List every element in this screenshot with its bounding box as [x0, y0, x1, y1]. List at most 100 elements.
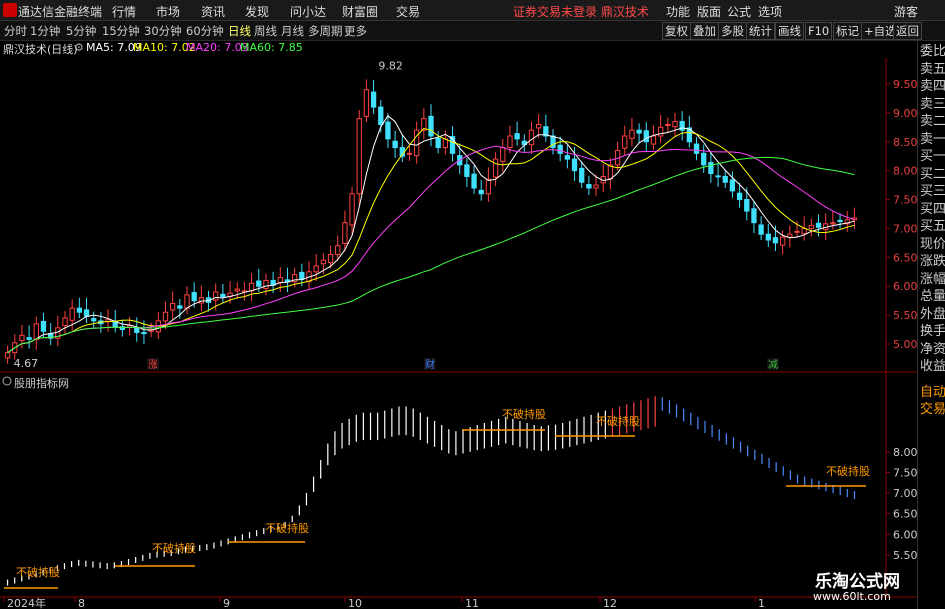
y-tick-label: 5.50	[893, 309, 917, 322]
x-tick-label: 11	[465, 597, 479, 609]
candle-body	[471, 173, 477, 189]
sub-y-tick-label: 7.00	[893, 487, 917, 500]
side-panel-item[interactable]: 外盘	[920, 307, 945, 322]
side-panel-item[interactable]: 卖四	[920, 80, 945, 94]
candle-body	[744, 199, 750, 212]
indicator-title: 股朋指标网	[14, 377, 69, 390]
side-panel-item[interactable]: 买四	[920, 202, 945, 217]
y-tick-label: 8.00	[893, 165, 917, 178]
side-panel-item[interactable]: 总量	[920, 290, 945, 304]
side-panel-item[interactable]: 买一	[920, 150, 945, 164]
side-panel-item[interactable]: 卖二	[920, 115, 945, 129]
collapse-icon	[2, 376, 12, 386]
candle-body	[69, 307, 75, 321]
high-price-label: 9.82	[378, 60, 403, 73]
side-panel-item[interactable]: 自动	[920, 386, 945, 400]
y-tick-label: 6.00	[893, 280, 917, 293]
candle-body	[657, 126, 664, 137]
candle-body	[557, 144, 563, 154]
candle-body	[26, 337, 32, 340]
candle-body	[808, 225, 815, 229]
candle-body	[665, 123, 671, 126]
candle-body	[162, 311, 169, 322]
candle-body	[320, 259, 327, 265]
sub-y-tick-label: 7.50	[893, 466, 917, 479]
candle-body	[708, 162, 714, 175]
candle-body	[406, 152, 413, 155]
candle-body	[62, 317, 68, 327]
y-tick-label: 7.00	[893, 222, 917, 235]
candle-body	[485, 178, 492, 195]
candle-body	[528, 129, 535, 146]
candle-body	[837, 219, 843, 223]
candle-body	[772, 237, 779, 244]
candle-body	[672, 121, 678, 128]
side-panel-item[interactable]: 涨幅	[920, 272, 945, 287]
side-panel-item[interactable]: 涨跌	[920, 255, 945, 269]
candle-body	[198, 297, 205, 304]
candle-body	[256, 280, 262, 287]
candle-body	[622, 135, 628, 149]
ma60-line	[7, 156, 855, 354]
quote-side-panel: 委比卖五卖四卖三卖二卖一买一买二买三买四买五现价涨跌涨幅总量外盘换手净资收益自动…	[917, 41, 945, 609]
side-panel-item[interactable]: 买三	[920, 185, 945, 199]
candle-body	[4, 352, 11, 359]
side-panel-item[interactable]: 现价	[920, 237, 945, 252]
side-panel-item[interactable]: 交易	[920, 403, 945, 417]
x-tick-label: 9	[223, 597, 230, 609]
x-tick-label: 2024年	[7, 596, 46, 609]
candle-body	[514, 133, 520, 140]
candle-body	[91, 318, 97, 322]
kline-chart[interactable]: 9.50 9.00 8.50 8.00 7.50 7.00 6.50 6.00 5.50 5.00…	[0, 0, 917, 609]
y-tick-label: 5.00	[893, 338, 917, 351]
candle-body	[500, 147, 506, 162]
candle-body	[378, 106, 384, 125]
candle-body	[492, 158, 499, 178]
candle-body	[435, 137, 441, 149]
side-panel-item[interactable]: 卖一	[920, 132, 945, 147]
candle-body	[722, 175, 728, 183]
candle-body	[787, 233, 793, 238]
candle-body	[765, 233, 771, 241]
candle-body	[342, 222, 348, 244]
candle-body	[636, 129, 642, 134]
event-marker: 减	[768, 359, 778, 371]
side-panel-item[interactable]: 换手	[920, 325, 945, 339]
candle-body	[335, 245, 341, 255]
candle-body	[729, 179, 736, 192]
candle-body	[507, 135, 513, 149]
side-panel-item[interactable]: 净资	[920, 342, 945, 357]
candle-body	[83, 309, 90, 317]
candle-body	[586, 184, 592, 189]
candle-body	[428, 115, 434, 137]
candle-body	[263, 279, 269, 290]
candle-body	[579, 167, 585, 183]
candle-body	[830, 222, 836, 225]
candle-body	[643, 130, 649, 143]
side-panel-item[interactable]: 买五	[920, 220, 945, 234]
candle-body	[679, 121, 685, 131]
x-tick-label: 10	[348, 597, 362, 609]
side-panel-item[interactable]: 卖五	[920, 62, 945, 77]
sub-y-tick-label: 5.50	[893, 549, 917, 562]
candle-body	[464, 164, 470, 177]
candle-body	[141, 331, 147, 335]
y-tick-label: 6.50	[893, 251, 917, 264]
candle-body	[112, 321, 118, 328]
candle-body	[701, 152, 707, 166]
candle-body	[349, 193, 355, 226]
side-panel-item[interactable]: 买二	[920, 167, 945, 182]
candle-body	[385, 121, 391, 140]
y-tick-label: 8.50	[893, 136, 917, 149]
y-tick-label: 9.50	[893, 78, 917, 91]
candle-body	[234, 288, 240, 292]
candle-body	[213, 291, 219, 301]
x-tick-label: 1	[758, 597, 765, 609]
candle-body	[327, 253, 334, 264]
side-panel-item[interactable]: 卖三	[920, 97, 945, 112]
side-panel-item[interactable]: 收益	[920, 360, 945, 374]
candle-body	[177, 305, 183, 309]
candle-body	[794, 230, 800, 233]
side-panel-item[interactable]: 委比	[920, 45, 945, 59]
watermark-title: 乐淘公式网	[815, 572, 900, 592]
